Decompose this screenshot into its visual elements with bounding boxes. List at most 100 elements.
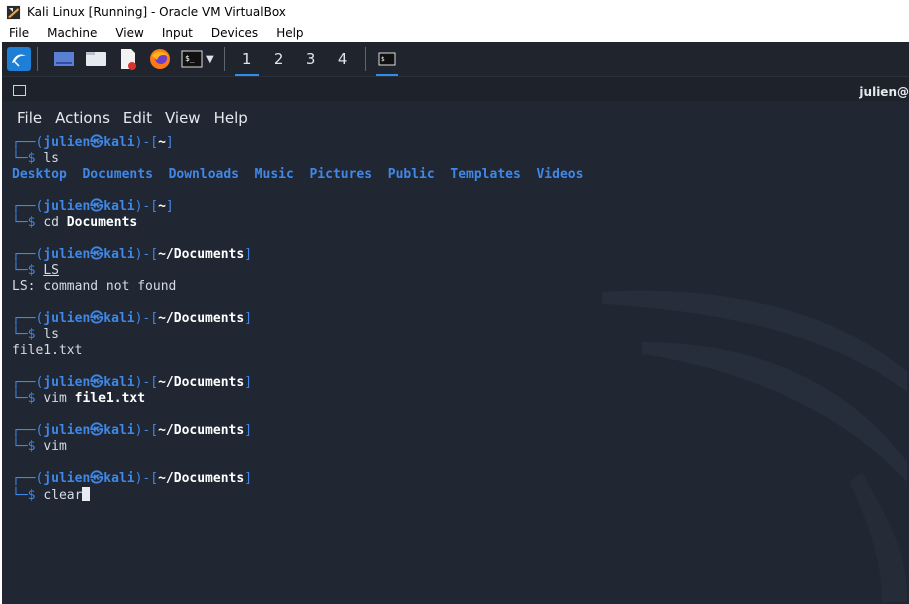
kali-top-panel: $_ ▼ 1 2 3 4 $ xyxy=(2,42,909,77)
host-menu-file[interactable]: File xyxy=(0,26,38,40)
text-cursor xyxy=(82,487,91,501)
directory-name: Public xyxy=(387,167,435,182)
svg-text:$: $ xyxy=(381,56,385,63)
terminal-menu-edit[interactable]: Edit xyxy=(123,109,152,127)
prompt-frame: ┌──( xyxy=(12,135,44,150)
prompt-frame: ] xyxy=(244,471,253,486)
prompt-dollar: $ xyxy=(27,215,44,230)
output-text: LS: command not found xyxy=(12,279,177,294)
directory-name: Videos xyxy=(536,167,584,182)
host-menu-devices[interactable]: Devices xyxy=(202,26,267,40)
host-menu-help[interactable]: Help xyxy=(267,26,312,40)
prompt-frame: └─ xyxy=(12,488,28,503)
prompt-cwd: ~ xyxy=(158,135,166,150)
command-space xyxy=(67,391,75,406)
command-name: ls xyxy=(43,327,59,342)
command-name: cd xyxy=(43,215,59,230)
terminal-menu-file[interactable]: File xyxy=(17,109,42,127)
command-argument: Documents xyxy=(66,215,138,230)
prompt-host: kali xyxy=(103,135,135,150)
prompt-frame: ] xyxy=(165,135,174,150)
prompt-at: ㉿ xyxy=(90,375,104,390)
command-line: └─$ ls xyxy=(12,151,902,167)
workspace-2[interactable]: 2 xyxy=(263,42,295,76)
prompt-frame: ┌──( xyxy=(12,471,44,486)
prompt-frame: └─ xyxy=(12,263,28,278)
terminal-menu-actions[interactable]: Actions xyxy=(55,109,110,127)
prompt-cwd: ~/Documents xyxy=(158,311,245,326)
prompt-frame: └─ xyxy=(12,327,28,342)
prompt-cwd: ~/Documents xyxy=(158,423,245,438)
prompt-at: ㉿ xyxy=(90,423,104,438)
prompt-frame: ] xyxy=(244,423,253,438)
prompt-frame: )-[ xyxy=(134,311,159,326)
command-line: └─$ vim file1.txt xyxy=(12,391,902,407)
prompt-at: ㉿ xyxy=(90,471,104,486)
kali-menu-icon[interactable] xyxy=(7,47,31,71)
command-line: └─$ vim xyxy=(12,439,902,455)
output-text: file1.txt xyxy=(12,343,83,358)
terminal-output[interactable]: ┌──(julien㉿kali)-[~] └─$ ls Desktop Docume… xyxy=(12,135,902,595)
prompt-host: kali xyxy=(103,423,135,438)
terminal-menu-help[interactable]: Help xyxy=(214,109,248,127)
prompt-frame: ] xyxy=(165,199,174,214)
terminal-menu-bar: File Actions Edit View Help xyxy=(2,106,248,130)
prompt-user: julien xyxy=(43,375,91,390)
terminal-menu-view[interactable]: View xyxy=(165,109,201,127)
prompt-frame: ┌──( xyxy=(12,423,44,438)
workspace-4[interactable]: 4 xyxy=(327,42,359,76)
prompt-frame: ┌──( xyxy=(12,311,44,326)
terminal-icon[interactable]: $_ xyxy=(180,47,204,71)
firefox-icon[interactable] xyxy=(148,47,172,71)
terminal-window-icon xyxy=(13,85,26,96)
prompt-at: ㉿ xyxy=(90,199,104,214)
host-menu-view[interactable]: View xyxy=(106,26,152,40)
prompt-frame: )-[ xyxy=(134,247,159,262)
prompt-frame: └─ xyxy=(12,151,28,166)
prompt-frame: ┌──( xyxy=(12,247,44,262)
prompt-dollar: $ xyxy=(27,263,44,278)
file-manager-icon[interactable] xyxy=(84,47,108,71)
prompt-user: julien xyxy=(43,423,91,438)
text-editor-icon[interactable] xyxy=(116,47,140,71)
taskbar-terminal-button[interactable]: $ xyxy=(372,42,402,76)
prompt-dollar: $ xyxy=(27,391,44,406)
prompt-cwd: ~/Documents xyxy=(158,375,245,390)
prompt-line: ┌──(julien㉿kali)-[~] xyxy=(12,135,902,151)
command-name: clear xyxy=(43,488,83,503)
chevron-down-icon[interactable]: ▼ xyxy=(206,54,214,65)
prompt-line: ┌──(julien㉿kali)-[~/Documents] xyxy=(12,311,902,327)
prompt-line: ┌──(julien㉿kali)-[~] xyxy=(12,199,902,215)
command-output: file1.txt xyxy=(12,343,902,359)
prompt-frame: )-[ xyxy=(134,135,159,150)
command-line: └─$ cd Documents xyxy=(12,215,902,231)
prompt-user: julien xyxy=(43,247,91,262)
workspace-3[interactable]: 3 xyxy=(295,42,327,76)
prompt-frame: └─ xyxy=(12,439,28,454)
vm-screen[interactable]: $_ ▼ 1 2 3 4 $ julien@ File Actions Edit… xyxy=(2,42,909,604)
prompt-cwd: ~/Documents xyxy=(158,471,245,486)
prompt-user: julien xyxy=(43,199,91,214)
prompt-line: ┌──(julien㉿kali)-[~/Documents] xyxy=(12,247,902,263)
desktop-icon[interactable] xyxy=(52,47,76,71)
host-menu-machine[interactable]: Machine xyxy=(38,26,106,40)
prompt-dollar: $ xyxy=(27,327,44,342)
prompt-line: ┌──(julien㉿kali)-[~/Documents] xyxy=(12,375,902,391)
prompt-frame: ] xyxy=(244,375,253,390)
workspace-1[interactable]: 1 xyxy=(231,42,263,76)
prompt-dollar: $ xyxy=(27,439,44,454)
panel-separator xyxy=(223,47,225,71)
host-menu-input[interactable]: Input xyxy=(153,26,202,40)
host-window-title-bar: Kali Linux [Running] - Oracle VM Virtual… xyxy=(0,0,909,24)
terminal-title-bar[interactable]: julien@ xyxy=(2,77,909,101)
prompt-dollar: $ xyxy=(27,151,44,166)
